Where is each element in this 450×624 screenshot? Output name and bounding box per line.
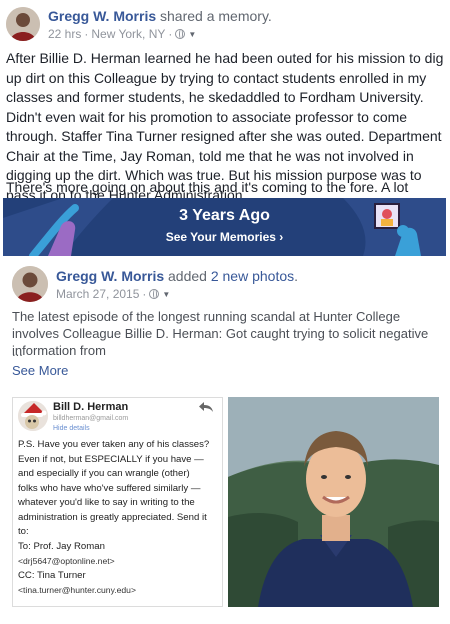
see-more-link[interactable]: See More — [12, 363, 68, 378]
memory-title: 3 Years Ago — [179, 207, 270, 224]
shared-post-text: The latest episode of the longest runnin… — [12, 309, 429, 358]
email-line: <drj5647@optonline.net> — [18, 556, 115, 566]
person-photo[interactable] — [228, 397, 439, 607]
globe-icon[interactable] — [149, 289, 160, 299]
post-header: Gregg W. Morris shared a memory. 22 hrs … — [6, 4, 446, 44]
email-line: to: — [18, 526, 29, 537]
email-sender: Bill D. Herman — [53, 401, 129, 413]
memory-banner[interactable]: 3 Years Ago See Your Memories › — [3, 198, 446, 256]
email-line: folks who have who've suffered similarly… — [18, 482, 201, 494]
shared-header-text: Gregg W. Morris added 2 new photos. Marc… — [56, 268, 298, 301]
email-line: and especially if you can wrangle (other… — [18, 468, 190, 479]
text-ellipsis: ... — [12, 344, 23, 359]
see-your-memories-link[interactable]: See Your Memories › — [3, 230, 446, 244]
author-name-link[interactable]: Gregg W. Morris — [48, 8, 156, 24]
email-line: <tina.turner@hunter.cuny.edu> — [18, 585, 136, 595]
email-line: To: Prof. Jay Roman — [18, 540, 105, 552]
santa-avatar-icon — [18, 401, 48, 431]
header-text: Gregg W. Morris shared a memory. 22 hrs … — [48, 8, 272, 41]
new-photos-link[interactable]: 2 new photos — [211, 268, 294, 284]
period: . — [294, 268, 299, 284]
portrait-image — [228, 397, 439, 607]
chevron-down-icon[interactable]: ▼ — [188, 30, 196, 39]
meta-separator: · — [168, 27, 173, 41]
email-line: CC: Tina Turner — [18, 569, 86, 581]
meta-separator: · — [84, 27, 89, 41]
shared-action-text: added — [168, 268, 207, 284]
author-line: Gregg W. Morris shared a memory. — [48, 8, 272, 24]
chevron-down-icon[interactable]: ▼ — [162, 290, 170, 299]
shared-avatar[interactable] — [12, 266, 48, 302]
shared-author-name-link[interactable]: Gregg W. Morris — [56, 268, 164, 284]
globe-icon[interactable] — [175, 29, 186, 39]
meta-separator: · — [142, 287, 147, 301]
avatar[interactable] — [6, 7, 40, 41]
action-text: shared a memory. — [160, 8, 272, 24]
shared-post: Gregg W. Morris added 2 new photos. Marc… — [0, 260, 450, 624]
shared-date[interactable]: March 27, 2015 — [56, 287, 139, 301]
email-line: P.S. Have you ever taken any of his clas… — [18, 439, 210, 450]
shared-author-line: Gregg W. Morris added 2 new photos. — [56, 268, 298, 284]
email-address: billdherman@gmail.com — [53, 415, 129, 422]
email-body: P.S. Have you ever taken any of his clas… — [18, 438, 221, 598]
hide-details-link: Hide details — [53, 425, 90, 432]
email-line: administration is greatly appreciated. S… — [18, 511, 207, 523]
shared-post-meta: March 27, 2015 · ▼ — [56, 287, 298, 301]
email-line: whatever you'd like to say in writing to… — [18, 497, 195, 508]
reply-icon — [199, 402, 213, 412]
email-line: Even if not, but ESPECIALLY if you have … — [18, 453, 204, 465]
post-meta: 22 hrs · New York, NY · ▼ — [48, 27, 272, 41]
email-screenshot-photo[interactable]: Bill D. Herman billdherman@gmail.com Hid… — [12, 397, 223, 607]
location[interactable]: New York, NY — [91, 27, 165, 41]
timestamp[interactable]: 22 hrs — [48, 27, 81, 41]
